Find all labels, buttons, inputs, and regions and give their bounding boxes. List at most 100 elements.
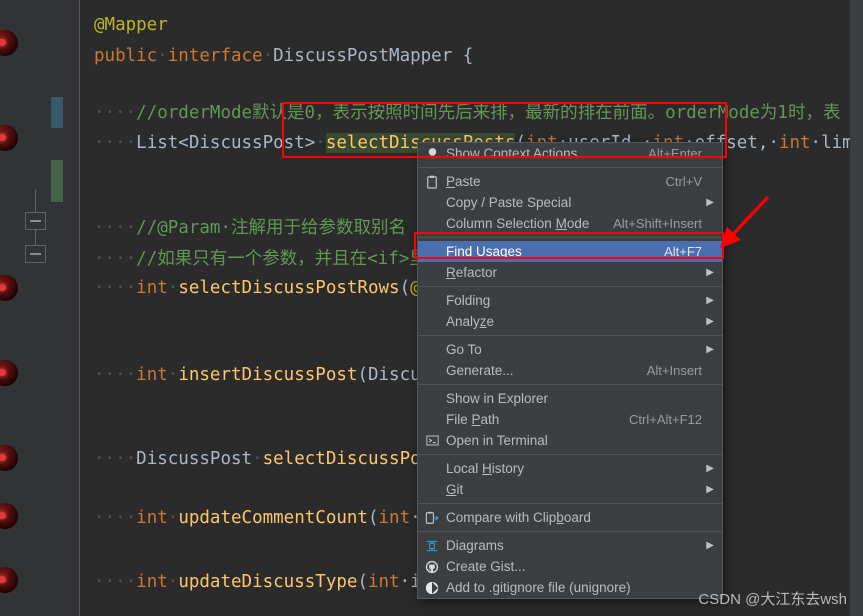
code-line[interactable]: ····//orderMode默认是0，表示按照时间先后来排，最新的排在前面。o…	[94, 98, 840, 129]
code-token: ·	[167, 278, 179, 298]
implementation-marker-icon[interactable]	[0, 125, 18, 151]
menu-separator	[418, 167, 722, 168]
menu-item-label: Git	[446, 482, 464, 497]
implementation-marker-icon[interactable]	[0, 360, 18, 386]
code-line[interactable]: ····int·updateCommentCount(int·id,·	[94, 503, 463, 534]
menu-item-label: Show Context Actions	[446, 146, 578, 161]
menu-item-analyze[interactable]: Analyze ▶	[418, 311, 722, 332]
indent-dots: ····	[94, 508, 137, 528]
menu-item-compare-with-clipboard[interactable]: Compare with Clipboard	[418, 507, 722, 528]
menu-item-label: Paste	[446, 174, 481, 189]
editor-gutter[interactable]	[0, 0, 80, 616]
code-token: ·	[167, 572, 179, 592]
code-line[interactable]: ····int·insertDiscussPost(DiscussPo	[94, 360, 463, 391]
menu-item-git[interactable]: Git ▶	[418, 479, 722, 500]
error-stripe-scrollbar[interactable]	[850, 0, 863, 616]
code-token: interface	[167, 46, 263, 66]
implementation-marker-icon[interactable]	[0, 30, 18, 56]
code-token: List<DiscussPost>	[136, 133, 316, 153]
code-token: DiscussPost	[136, 449, 253, 469]
submenu-arrow-icon: ▶	[706, 463, 714, 474]
menu-item-label: Add to .gitignore file (unignore)	[446, 580, 631, 595]
menu-separator	[418, 335, 722, 336]
menu-separator	[418, 531, 722, 532]
code-token: int	[778, 133, 811, 153]
vcs-change-marker[interactable]	[51, 160, 63, 202]
code-token: ·	[167, 365, 179, 385]
code-token: insertDiscussPost	[178, 365, 358, 385]
intellij-editor-screenshot: @Mapper public·interface·DiscussPostMappe…	[0, 0, 863, 616]
vcs-change-marker[interactable]	[51, 97, 63, 128]
code-token: (	[357, 365, 368, 385]
menu-item-go-to[interactable]: Go To ▶	[418, 339, 722, 360]
csdn-watermark: CSDN @大江东去wsh	[698, 591, 847, 608]
menu-separator	[418, 237, 722, 238]
submenu-arrow-icon: ▶	[706, 197, 714, 208]
compare-icon	[418, 511, 446, 525]
menu-item-label: Show in Explorer	[446, 391, 549, 406]
menu-item-local-history[interactable]: Local History ▶	[418, 458, 722, 479]
menu-item-label: Compare with Clipboard	[446, 510, 591, 525]
menu-item-refactor[interactable]: Refactor ▶	[418, 262, 722, 283]
menu-item-label: Find Usages	[446, 244, 522, 259]
terminal-icon	[425, 435, 439, 446]
menu-item-shortcut: Alt+F7	[664, 244, 702, 259]
indent-dots: ····	[94, 133, 137, 153]
code-line[interactable]: ····//@Param·注解用于给参数取别名	[94, 213, 406, 244]
menu-item-label: Copy / Paste Special	[446, 195, 572, 210]
code-token: ·	[167, 508, 179, 528]
menu-item-folding[interactable]: Folding ▶	[418, 290, 722, 311]
menu-item-open-in-terminal[interactable]: Open in Terminal	[418, 430, 722, 451]
code-token: selectDiscussPostRows	[178, 278, 400, 298]
implementation-marker-icon[interactable]	[0, 275, 18, 301]
code-folding-icon[interactable]	[25, 245, 46, 263]
menu-item-label: Folding	[446, 293, 491, 308]
menu-item-show-context-actions[interactable]: Show Context Actions Alt+Enter	[418, 143, 722, 164]
code-folding-icon[interactable]	[25, 212, 46, 230]
menu-item-shortcut: Ctrl+Alt+F12	[629, 412, 702, 427]
menu-item-label: Generate...	[446, 363, 514, 378]
code-line[interactable]: ····DiscussPost·selectDiscussPostBy	[94, 444, 463, 475]
menu-separator	[418, 503, 722, 504]
code-token: @Mapper	[94, 15, 168, 35]
implementation-marker-icon[interactable]	[0, 567, 18, 593]
submenu-arrow-icon: ▶	[706, 484, 714, 495]
menu-separator	[418, 454, 722, 455]
menu-item-copy-paste-special[interactable]: Copy / Paste Special ▶	[418, 192, 722, 213]
code-token: ·	[157, 46, 168, 66]
menu-item-label: Column Selection Mode	[446, 216, 590, 231]
code-line[interactable]: ····int·selectDiscussPostRows(@Para	[94, 273, 463, 304]
submenu-arrow-icon: ▶	[706, 316, 714, 327]
menu-item-show-in-explorer[interactable]: Show in Explorer	[418, 388, 722, 409]
code-line[interactable]: public·interface·DiscussPostMapper {	[94, 41, 473, 72]
menu-item-diagrams[interactable]: Diagrams ▶	[418, 535, 722, 556]
menu-item-add-to-gitignore[interactable]: Add to .gitignore file (unignore)	[418, 577, 722, 598]
code-token: DiscussPostMapper	[273, 46, 453, 66]
code-token: int	[367, 572, 400, 592]
code-line[interactable]: @Mapper	[94, 10, 168, 41]
menu-item-column-selection-mode[interactable]: Column Selection Mode Alt+Shift+Insert	[418, 213, 722, 234]
code-token: //@Param·注解用于给参数取别名	[136, 218, 406, 238]
menu-separator	[418, 384, 722, 385]
code-token: (	[357, 572, 368, 592]
menu-item-paste[interactable]: Paste Ctrl+V	[418, 171, 722, 192]
diagram-icon	[418, 539, 446, 553]
code-line[interactable]: ····//如果只有一个参数，并且在<if>里使	[94, 244, 444, 275]
code-token: (	[399, 278, 411, 298]
menu-item-generate[interactable]: Generate... Alt+Insert	[418, 360, 722, 381]
github-icon	[425, 560, 439, 573]
terminal-icon	[418, 434, 446, 447]
menu-item-find-usages[interactable]: Find Usages Alt+F7	[418, 241, 722, 262]
code-token: int	[136, 508, 168, 528]
implementation-marker-icon[interactable]	[0, 503, 18, 529]
code-token: public	[94, 46, 158, 66]
clipboard-icon	[418, 175, 446, 189]
menu-item-file-path[interactable]: File Path Ctrl+Alt+F12	[418, 409, 722, 430]
menu-separator	[418, 286, 722, 287]
menu-item-create-gist[interactable]: Create Gist...	[418, 556, 722, 577]
code-token: {	[452, 46, 474, 66]
menu-item-label: Go To	[446, 342, 482, 357]
implementation-marker-icon[interactable]	[0, 445, 18, 471]
submenu-arrow-icon: ▶	[706, 540, 714, 551]
context-menu[interactable]: Show Context Actions Alt+Enter Paste Ctrl+V…	[417, 142, 723, 599]
